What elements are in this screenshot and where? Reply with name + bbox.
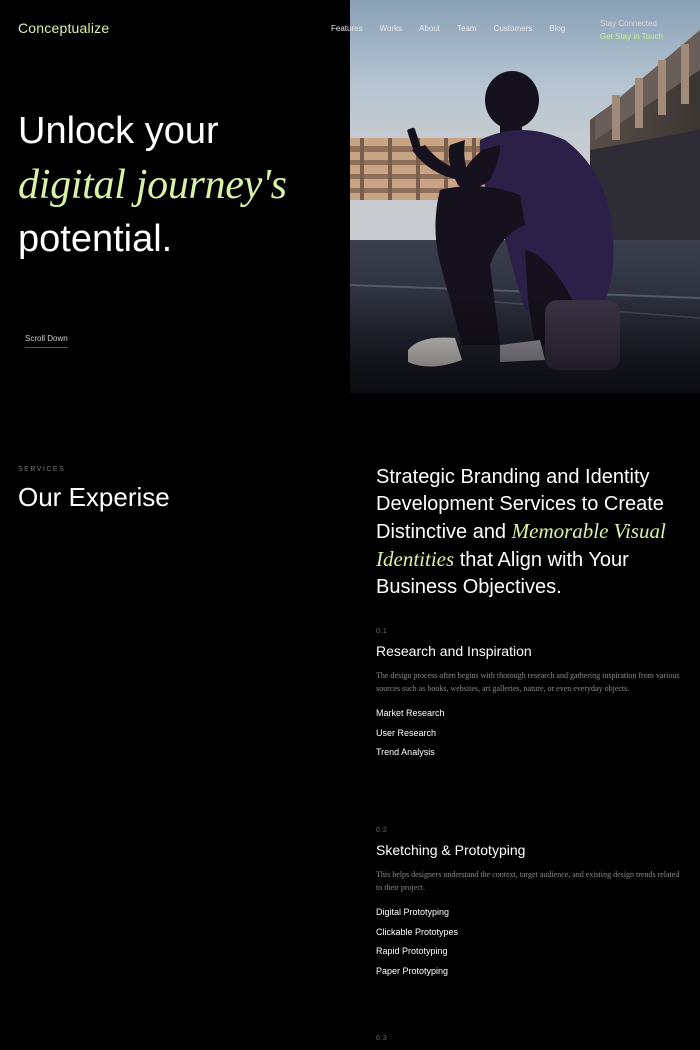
step-description: The design process often begins with tho… [376, 671, 680, 693]
step-item[interactable]: Clickable Prototypes [376, 923, 686, 943]
nav-link-blog[interactable]: Blog [549, 24, 565, 33]
logo[interactable]: Conceptualize [18, 20, 109, 36]
nav-link-works[interactable]: Works [380, 24, 403, 33]
step-title: Research and Inspiration [376, 643, 532, 659]
step-item[interactable]: Market Research [376, 704, 686, 724]
nav-link-about[interactable]: About [419, 24, 440, 33]
nav-link-customers[interactable]: Customers [494, 24, 533, 33]
nav-link-features[interactable]: Features [331, 24, 363, 33]
hero-title-line-3: potential. [18, 218, 173, 260]
step-item[interactable]: Digital Prototyping [376, 903, 686, 923]
hero-photo [350, 0, 700, 393]
step-item[interactable]: Paper Prototyping [376, 962, 686, 982]
hero-title-accent: digital journey's [18, 162, 287, 208]
nav-link-team[interactable]: Team [457, 24, 477, 33]
step-item[interactable]: Rapid Prototyping [376, 942, 686, 962]
hero-photo-illustration [350, 0, 700, 393]
service-step-1: 0.1 Research and Inspiration The design … [376, 628, 686, 763]
stay-connected: Stay Connected Get Stay in Touch [600, 17, 663, 43]
service-step-3: 0.3 [376, 1035, 686, 1050]
hero-title-line-1: Unlock your [18, 110, 219, 152]
step-item[interactable]: Trend Analysis [376, 743, 686, 763]
contact-link[interactable]: Get Stay in Touch [600, 30, 663, 43]
services-lead: Strategic Branding and Identity Developm… [376, 464, 692, 601]
step-item-list: Market Research User Research Trend Anal… [376, 704, 686, 763]
page: Conceptualize Features Works About Team … [0, 0, 700, 1050]
scroll-down-link[interactable]: Scroll Down [25, 334, 68, 348]
services-title: Our Experise [18, 482, 170, 512]
step-item[interactable]: User Research [376, 724, 686, 744]
step-item-list: Digital Prototyping Clickable Prototypes… [376, 903, 686, 981]
step-number: 0.3 [376, 1035, 388, 1042]
step-number: 0.1 [376, 628, 388, 635]
main-nav: Features Works About Team Customers Blog [331, 24, 582, 33]
hero-title: Unlock your digital journey's potential. [18, 104, 287, 266]
step-title: Sketching & Prototyping [376, 842, 526, 858]
step-description: This helps designers understand the cont… [376, 870, 680, 892]
services-tag: SERVICES [18, 466, 66, 473]
step-number: 0.2 [376, 827, 388, 834]
stay-connected-label: Stay Connected [600, 19, 657, 28]
service-step-2: 0.2 Sketching & Prototyping This helps d… [376, 827, 686, 981]
